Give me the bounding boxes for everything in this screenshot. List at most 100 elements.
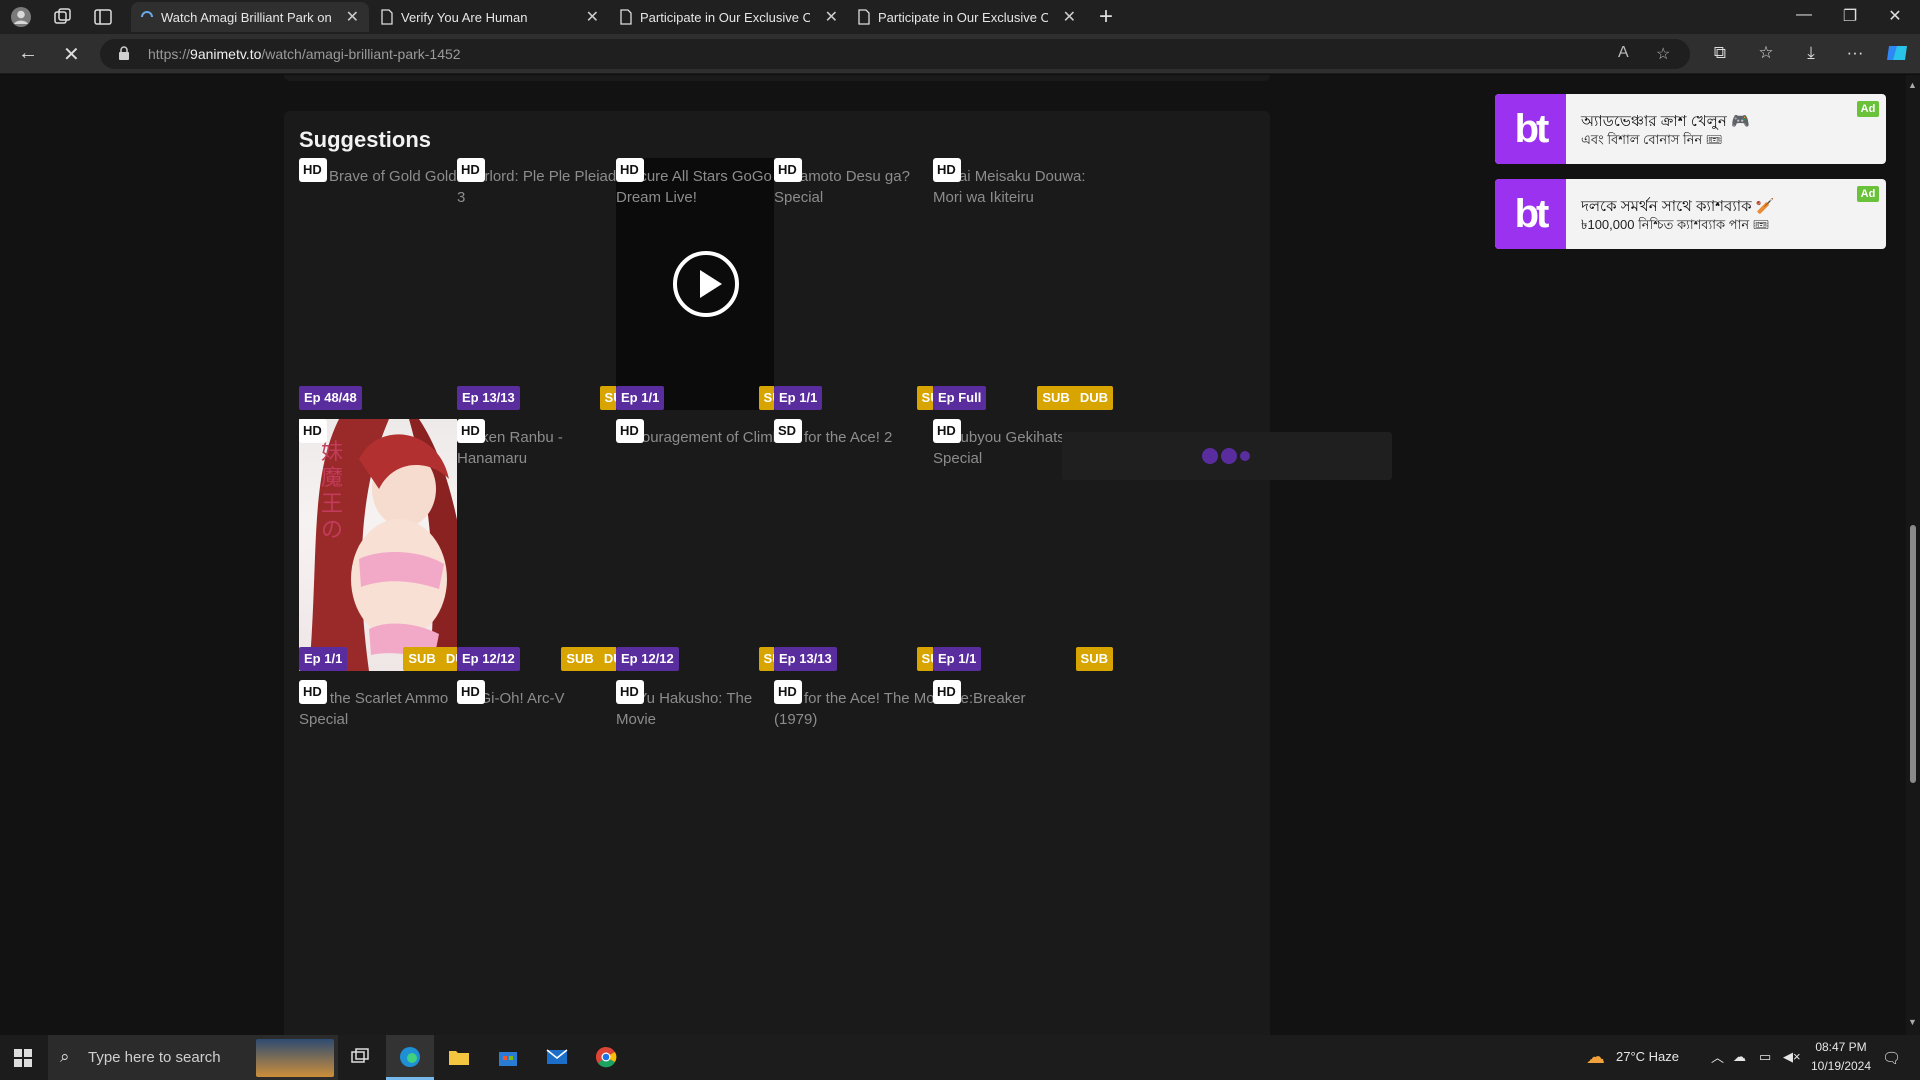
quality-badge: HD <box>299 158 327 182</box>
quality-badge: HD <box>933 680 961 704</box>
mail-icon[interactable] <box>533 1035 581 1080</box>
downloads-icon[interactable]: ⤓ <box>1799 43 1823 63</box>
ad-badge: Ad <box>1857 186 1879 202</box>
poster[interactable]: Code:Breaker HD <box>933 680 1113 932</box>
address-toolbar: ← ✕ https://9animetv.to/watch/amagi-bril… <box>0 34 1920 74</box>
svg-text:の: の <box>321 518 343 543</box>
tab-verify-human[interactable]: Verify You Are Human ✕ <box>371 2 609 32</box>
read-aloud-icon[interactable]: A <box>1618 44 1629 62</box>
minimize-icon[interactable]: — <box>1789 6 1819 24</box>
more-options-icon[interactable]: ··· <box>1843 43 1867 63</box>
ad-badge: Ad <box>1857 101 1879 117</box>
new-tab-icon[interactable]: + <box>1099 3 1113 31</box>
previous-section-edge <box>284 75 1270 81</box>
extensions-icon[interactable]: ⧉ <box>1708 43 1732 63</box>
favorite-star-icon[interactable]: ☆ <box>1656 44 1670 64</box>
svg-text:王: 王 <box>321 492 343 517</box>
poster[interactable]: Yu Yu Hakusho: The Movie HD <box>616 680 796 932</box>
store-icon[interactable] <box>484 1035 532 1080</box>
loader-dot <box>1221 448 1237 464</box>
svg-text:魔: 魔 <box>321 466 343 491</box>
scroll-up-icon[interactable]: ▲ <box>1908 80 1917 90</box>
chrome-icon[interactable] <box>582 1035 630 1080</box>
onedrive-icon[interactable]: ☁ <box>1733 1049 1746 1065</box>
lock-icon[interactable] <box>118 46 130 60</box>
tab-label: Watch Amagi Brilliant Park online <box>161 9 331 25</box>
suggestions-panel: Suggestions The Brave of Gold Goldran HD E… <box>284 111 1392 1041</box>
episode-badge: Ep 48/48 <box>299 386 362 410</box>
poster[interactable]: The Brave of Gold Goldran HD Ep 48/48 <box>299 158 479 410</box>
profile-avatar-icon[interactable] <box>10 6 32 28</box>
quality-badge: HD <box>616 680 644 704</box>
tab-participate-2[interactable]: Participate in Our Exclusive Online ✕ <box>848 2 1086 32</box>
ad-subline: এবং বিশাল বোনাস নিন 🎟 <box>1581 132 1723 147</box>
ad-banner[interactable]: bt অ্যাডভেঞ্চার ক্রাশ খেলুন 🎮 এবং বিশাল … <box>1495 94 1886 164</box>
url-text[interactable]: https://9animetv.to/watch/amagi-brillian… <box>148 46 461 62</box>
poster[interactable]: Encouragement of ClimbHDEp 12/12SUB <box>616 419 796 671</box>
tab-watch-amagi[interactable]: Watch Amagi Brilliant Park online ✕ <box>131 2 369 32</box>
suggestions-heading: Suggestions <box>299 127 432 152</box>
play-icon[interactable] <box>673 251 739 317</box>
poster[interactable]: Touken Ranbu - HanamaruHDEp 12/12SUBDUB <box>457 419 637 671</box>
tab-participate-1[interactable]: Participate in Our Exclusive Online ✕ <box>610 2 848 32</box>
close-tab-icon[interactable]: ✕ <box>1063 7 1076 27</box>
episode-badge: Ep 1/1 <box>933 647 982 671</box>
windows-start-icon[interactable] <box>14 1049 32 1067</box>
favorites-icon[interactable]: ☆ <box>1754 43 1778 63</box>
page-icon <box>381 9 393 25</box>
scroll-down-icon[interactable]: ▼ <box>1908 1017 1917 1027</box>
taskbar-search[interactable]: ⌕ Type here to search <box>48 1035 338 1080</box>
restore-icon[interactable]: ❐ <box>1835 6 1865 26</box>
quality-badge: HD <box>774 158 802 182</box>
edge-taskbar-icon[interactable] <box>386 1035 434 1080</box>
back-icon[interactable]: ← <box>18 42 38 65</box>
poster[interactable]: Overlord: Ple Ple Pleiades 3HDEp 13/13SU… <box>457 158 637 410</box>
poster[interactable]: Aria the Scarlet Ammo Special HD <box>299 680 479 932</box>
quality-badge: HD <box>933 419 961 443</box>
volume-icon[interactable]: ◀× <box>1783 1049 1801 1065</box>
search-placeholder: Type here to search <box>88 1049 221 1066</box>
workspaces-icon[interactable] <box>51 6 73 28</box>
quality-badge: HD <box>299 419 327 443</box>
file-explorer-icon[interactable] <box>435 1035 483 1080</box>
loader-dot <box>1202 448 1218 464</box>
page-scrollbar[interactable]: ▲ ▼ <box>1906 75 1920 1035</box>
weather-icon[interactable]: ☁ <box>1586 1046 1605 1069</box>
show-hidden-icons[interactable]: ︿ <box>1711 1047 1724 1066</box>
scrollbar-thumb[interactable] <box>1910 525 1916 783</box>
poster[interactable]: 妹魔王のHDEp 1/1SUBDUB <box>299 419 479 671</box>
poster[interactable]: Precure All Stars GoGo Dream Live! HD Ep 1… <box>616 158 796 410</box>
episode-badge: Ep 1/1 <box>774 386 823 410</box>
close-window-icon[interactable]: ✕ <box>1880 6 1910 26</box>
poster[interactable]: Aim for the Ace! 2SDEp 13/13SUB <box>774 419 954 671</box>
close-tab-icon[interactable]: ✕ <box>586 7 599 27</box>
network-icon[interactable]: ▭ <box>1759 1049 1771 1065</box>
task-view-icon[interactable] <box>336 1035 384 1080</box>
clock-date[interactable]: 10/19/2024 <box>1806 1059 1876 1073</box>
windows-taskbar: ⌕ Type here to search ☁ 27°C Haze ︿ ☁ ▭ … <box>0 1035 1920 1080</box>
sub-badge: SUB <box>566 651 594 666</box>
copilot-icon[interactable] <box>1885 42 1909 64</box>
ad-banner[interactable]: bt দলকে সমর্থন সাথে ক্যাশব্যাক 🏏 ৳100,00… <box>1495 179 1886 249</box>
weather-text[interactable]: 27°C Haze <box>1616 1049 1679 1064</box>
close-tab-icon[interactable]: ✕ <box>825 7 838 27</box>
episode-badge: Ep 13/13 <box>457 386 520 410</box>
poster[interactable]: Sekai Meisaku Douwa: Mori wa Ikiteiru HD E… <box>933 158 1113 410</box>
close-tab-icon[interactable]: ✕ <box>346 7 359 27</box>
poster[interactable]: Yu-Gi-Oh! Arc-V HD <box>457 680 637 932</box>
search-icon: ⌕ <box>60 1047 70 1066</box>
stop-loading-icon[interactable]: ✕ <box>63 42 80 67</box>
loading-indicator <box>1062 432 1392 480</box>
address-bar[interactable]: https://9animetv.to/watch/amagi-brillian… <box>100 39 1690 69</box>
poster[interactable]: Sakamoto Desu ga? SpecialHDEp 1/1SUB <box>774 158 954 410</box>
tab-label: Verify You Are Human <box>401 9 528 25</box>
clock-time[interactable]: 08:47 PM <box>1806 1040 1876 1054</box>
tab-actions-icon[interactable] <box>92 6 114 28</box>
browser-tab-bar: Watch Amagi Brilliant Park online ✕ Veri… <box>0 0 1920 34</box>
ad-logo: bt <box>1495 94 1566 164</box>
notification-icon[interactable]: 🗨 <box>1882 1049 1901 1067</box>
sub-badge: SUB <box>408 651 436 666</box>
quality-badge: HD <box>299 680 327 704</box>
poster[interactable]: Aim for the Ace! The Movie (1979) HD <box>774 680 954 932</box>
page-content: Suggestions The Brave of Gold Goldran HD E… <box>0 75 1906 1041</box>
